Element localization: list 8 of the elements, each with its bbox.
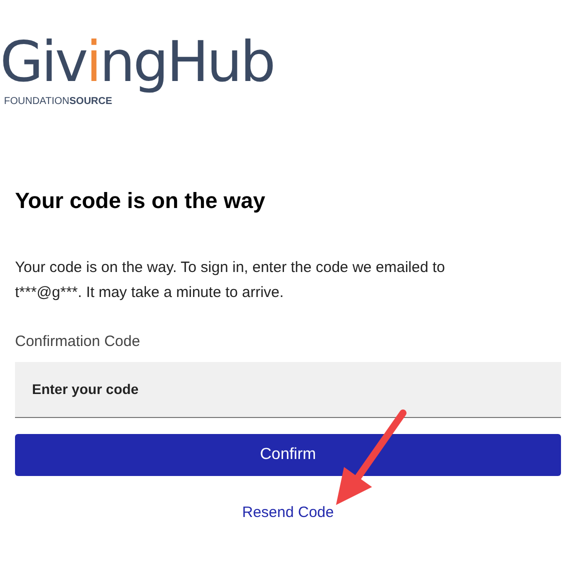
resend-code-link[interactable]: Resend Code: [242, 502, 334, 524]
page-heading: Your code is on the way: [15, 187, 266, 215]
info-message: Your code is on the way. To sign in, enter the code we emailed to t***@g***. It may take a minute to arrive.: [15, 258, 446, 303]
logo-wordmark: GivingHub: [0, 30, 274, 96]
field-label: Confirmation Code: [15, 332, 142, 352]
logo-tagline: FOUNDATIONSOURCE: [4, 96, 112, 108]
code-input-field[interactable]: Enter your code: [15, 362, 561, 418]
confirm-button[interactable]: Confirm: [15, 434, 561, 476]
